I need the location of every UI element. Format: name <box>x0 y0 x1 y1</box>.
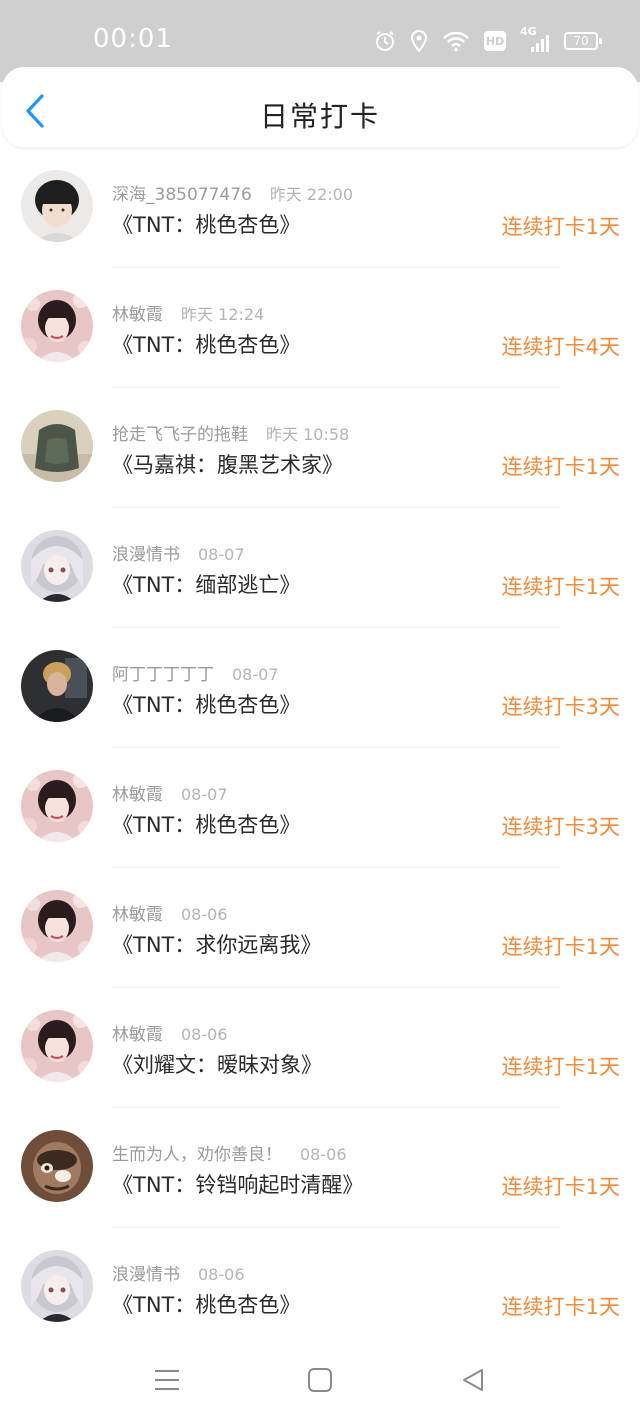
streak-label: 连续打卡3天 <box>501 695 620 719</box>
streak-label: 连续打卡1天 <box>501 1055 620 1079</box>
streak-label: 连续打卡3天 <box>501 815 620 839</box>
checkin-meta: 浪漫情书 08-07 <box>112 540 245 565</box>
header: 日常打卡 <box>2 67 638 147</box>
checkin-row[interactable]: 浪漫情书 08-07 《TNT：缅部逃亡》 连续打卡1天 <box>0 508 640 628</box>
user-name[interactable]: 浪漫情书 <box>112 1265 180 1285</box>
wifi-icon <box>443 31 469 52</box>
book-title[interactable]: 《刘耀文：暧昧对象》 <box>112 1049 322 1079</box>
avatar[interactable] <box>21 770 93 842</box>
streak-label: 连续打卡1天 <box>501 455 620 479</box>
book-title[interactable]: 《TNT：桃色杏色》 <box>112 689 300 719</box>
checkin-meta: 林敏霞 08-07 <box>112 780 228 805</box>
checkin-time: 08-07 <box>232 665 279 684</box>
hd-icon: HD <box>484 31 506 51</box>
checkin-time: 08-06 <box>198 1265 245 1284</box>
signal-icon: 4G <box>520 25 550 53</box>
checkin-time: 08-07 <box>181 785 228 804</box>
user-name[interactable]: 林敏霞 <box>112 305 163 325</box>
checkin-meta: 浪漫情书 08-06 <box>112 1260 245 1285</box>
checkin-time: 08-06 <box>181 905 228 924</box>
book-title[interactable]: 《TNT：铃铛响起时清醒》 <box>112 1169 363 1199</box>
checkin-meta: 抢走飞飞子的拖鞋 昨天 10:58 <box>112 420 349 445</box>
checkin-row[interactable]: 深海_385077476 昨天 22:00 《TNT：桃色杏色》 连续打卡1天 <box>0 148 640 268</box>
book-title[interactable]: 《TNT：桃色杏色》 <box>112 329 300 359</box>
checkin-list: 深海_385077476 昨天 22:00 《TNT：桃色杏色》 连续打卡1天 林敏霞昨… <box>0 148 640 1348</box>
home-button[interactable] <box>300 1360 340 1400</box>
avatar[interactable] <box>21 290 93 362</box>
user-name[interactable]: 浪漫情书 <box>112 545 180 565</box>
book-title[interactable]: 《TNT：桃色杏色》 <box>112 1289 300 1319</box>
checkin-row[interactable]: 阿丁丁丁丁丁 08-07 《TNT：桃色杏色》 连续打卡3天 <box>0 628 640 748</box>
checkin-meta: 阿丁丁丁丁丁 08-07 <box>112 660 279 685</box>
checkin-time: 08-07 <box>198 545 245 564</box>
avatar[interactable] <box>21 1010 93 1082</box>
checkin-time: 昨天 12:24 <box>181 305 265 324</box>
streak-label: 连续打卡1天 <box>501 575 620 599</box>
checkin-row[interactable]: 生而为人，劝你善良！ 08-06 《TNT：铃铛响起时清醒》 连续打卡1天 <box>0 1108 640 1228</box>
streak-label: 连续打卡1天 <box>501 1175 620 1199</box>
streak-label: 连续打卡1天 <box>501 935 620 959</box>
book-title[interactable]: 《TNT：缅部逃亡》 <box>112 569 300 599</box>
book-title[interactable]: 《TNT：桃色杏色》 <box>112 209 300 239</box>
status-icons: HD 4G 70 <box>374 25 602 56</box>
avatar[interactable] <box>21 890 93 962</box>
user-name[interactable]: 林敏霞 <box>112 1025 163 1045</box>
checkin-time: 昨天 10:58 <box>266 425 350 444</box>
home-square-icon <box>308 1368 332 1392</box>
streak-label: 连续打卡1天 <box>501 215 620 239</box>
checkin-meta: 林敏霞 08-06 <box>112 1020 228 1045</box>
checkin-meta: 林敏霞 08-06 <box>112 900 228 925</box>
avatar[interactable] <box>21 410 93 482</box>
book-title[interactable]: 《马嘉祺：腹黑艺术家》 <box>112 449 343 479</box>
hd-label: HD <box>485 34 505 48</box>
battery-level: 70 <box>573 34 589 48</box>
avatar[interactable] <box>21 170 93 242</box>
checkin-row[interactable]: 林敏霞 08-06 《TNT：求你远离我》 连续打卡1天 <box>0 868 640 988</box>
system-nav-bar <box>0 1338 640 1422</box>
book-title[interactable]: 《TNT：桃色杏色》 <box>112 809 300 839</box>
checkin-time: 昨天 22:00 <box>269 185 354 204</box>
book-title[interactable]: 《TNT：求你远离我》 <box>112 929 321 959</box>
user-name[interactable]: 林敏霞 <box>112 905 163 925</box>
streak-label: 连续打卡1天 <box>501 1295 620 1319</box>
avatar[interactable] <box>21 1250 93 1322</box>
avatar[interactable] <box>21 1130 93 1202</box>
streak-label: 连续打卡4天 <box>501 335 620 359</box>
menu-button[interactable] <box>147 1360 187 1400</box>
back-nav-button[interactable] <box>453 1360 493 1400</box>
battery-icon: 70 <box>564 32 602 50</box>
checkin-row[interactable]: 抢走飞飞子的拖鞋 昨天 10:58 《马嘉祺：腹黑艺术家》 连续打卡1天 <box>0 388 640 508</box>
checkin-row[interactable]: 林敏霞 昨天 12:24 《TNT：桃色杏色》 连续打卡4天 <box>0 268 640 388</box>
checkin-screen: 00:01 HD 4G 70 日常打卡 深海_385077476 昨天 22:0… <box>0 0 640 1422</box>
page-title: 日常打卡 <box>259 100 380 133</box>
checkin-meta: 深海_385077476 昨天 22:00 <box>112 180 353 205</box>
avatar[interactable] <box>21 650 93 722</box>
menu-icon <box>155 1370 179 1390</box>
alarm-icon <box>376 31 394 51</box>
user-name[interactable]: 阿丁丁丁丁丁 <box>112 665 214 685</box>
user-name[interactable]: 深海_385077476 <box>112 185 252 205</box>
avatar[interactable] <box>21 530 93 602</box>
checkin-row[interactable]: 林敏霞 08-06 《刘耀文：暧昧对象》 连续打卡1天 <box>0 988 640 1108</box>
status-time: 00:01 <box>93 24 173 54</box>
user-name[interactable]: 林敏霞 <box>112 785 163 805</box>
checkin-time: 08-06 <box>181 1025 228 1044</box>
checkin-row[interactable]: 浪漫情书 08-06 《TNT：桃色杏色》 连续打卡1天 <box>0 1228 640 1348</box>
user-name[interactable]: 生而为人，劝你善良！ <box>112 1145 282 1165</box>
checkin-meta: 生而为人，劝你善良！ 08-06 <box>112 1140 347 1165</box>
location-icon <box>410 30 428 53</box>
user-name[interactable]: 抢走飞飞子的拖鞋 <box>112 425 248 445</box>
back-triangle-icon <box>463 1369 483 1391</box>
checkin-meta: 林敏霞 昨天 12:24 <box>112 300 264 325</box>
checkin-row[interactable]: 林敏霞 08-07 《TNT：桃色杏色》 连续打卡3天 <box>0 748 640 868</box>
checkin-time: 08-06 <box>300 1145 347 1164</box>
